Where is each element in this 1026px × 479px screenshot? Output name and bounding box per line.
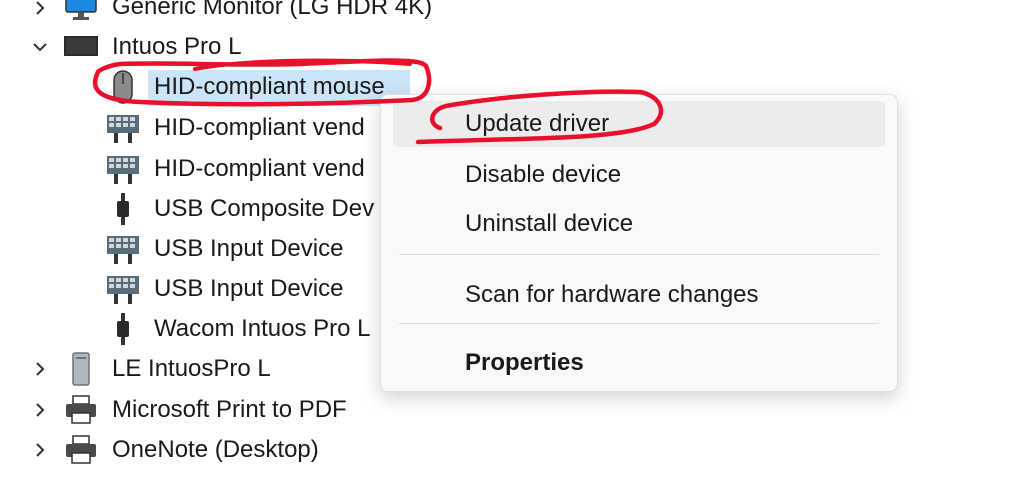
tower-pc-icon	[64, 352, 98, 386]
menu-item-label: Disable device	[465, 161, 622, 188]
expand-chevron-right-icon[interactable]	[30, 400, 50, 420]
keyboard-device-icon	[106, 111, 140, 145]
menu-item-label: Update driver	[465, 110, 610, 137]
tree-item-label[interactable]: OneNote (Desktop)	[112, 430, 319, 470]
expand-chevron-right-icon[interactable]	[30, 359, 50, 379]
mouse-icon	[106, 70, 140, 104]
expand-chevron-right-icon[interactable]	[30, 0, 50, 18]
menu-item-label: Properties	[465, 349, 584, 376]
tree-item-label[interactable]: Generic Monitor (LG HDR 4K)	[112, 0, 432, 27]
keyboard-device-icon	[106, 232, 140, 266]
keyboard-device-icon	[106, 152, 140, 186]
menu-separator	[399, 254, 879, 255]
monitor-icon	[64, 0, 98, 22]
keyboard-device-icon	[106, 272, 140, 306]
menu-item-update-driver[interactable]: Update driver	[393, 101, 885, 147]
menu-item-label: Uninstall device	[465, 210, 634, 237]
printer-icon	[64, 393, 98, 427]
expand-chevron-right-icon[interactable]	[30, 440, 50, 460]
menu-item-label: Scan for hardware changes	[465, 281, 759, 308]
tree-item-label[interactable]: HID-compliant mouse	[154, 67, 385, 107]
tree-item-label[interactable]: USB Input Device	[154, 229, 343, 269]
menu-item-scan-hardware[interactable]: Scan for hardware changes	[393, 272, 885, 318]
tree-item-label[interactable]: USB Input Device	[154, 269, 343, 309]
tree-item-label[interactable]: Microsoft Print to PDF	[112, 390, 347, 430]
printer-icon	[64, 433, 98, 467]
menu-separator	[399, 323, 879, 324]
tree-item-label[interactable]: HID-compliant vend	[154, 149, 380, 189]
menu-item-disable-device[interactable]: Disable device	[393, 152, 885, 198]
tree-item-label[interactable]: HID-compliant vend	[154, 108, 380, 148]
tablet-device-icon	[64, 30, 98, 64]
usb-plug-icon	[106, 312, 140, 346]
tree-item-label[interactable]: Intuos Pro L	[112, 27, 241, 67]
tree-item-label[interactable]: USB Composite Dev	[154, 189, 380, 229]
menu-item-uninstall-device[interactable]: Uninstall device	[393, 201, 885, 247]
menu-item-properties[interactable]: Properties	[393, 340, 885, 386]
context-menu: Update driver Disable device Uninstall d…	[380, 94, 898, 392]
tree-item-label[interactable]: LE IntuosPro L	[112, 349, 271, 389]
usb-plug-icon	[106, 192, 140, 226]
collapse-chevron-down-icon[interactable]	[30, 37, 50, 57]
tree-item-label[interactable]: Wacom Intuos Pro L	[154, 309, 380, 349]
